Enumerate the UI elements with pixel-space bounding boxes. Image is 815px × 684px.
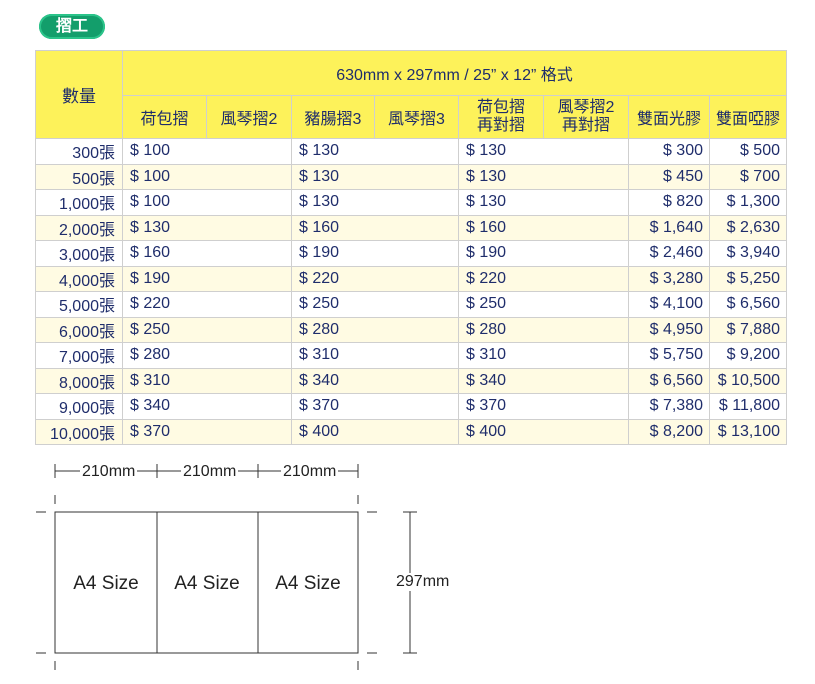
a4-panel-1-label: A4 Size bbox=[73, 573, 139, 594]
width-label-1: 210mm bbox=[80, 463, 138, 481]
height-label: 297mm bbox=[394, 573, 452, 591]
a4-panel-2-label: A4 Size bbox=[174, 573, 240, 594]
a4-panel-3-label: A4 Size bbox=[275, 573, 341, 594]
width-label-3: 210mm bbox=[281, 463, 339, 481]
width-label-2: 210mm bbox=[181, 463, 239, 481]
